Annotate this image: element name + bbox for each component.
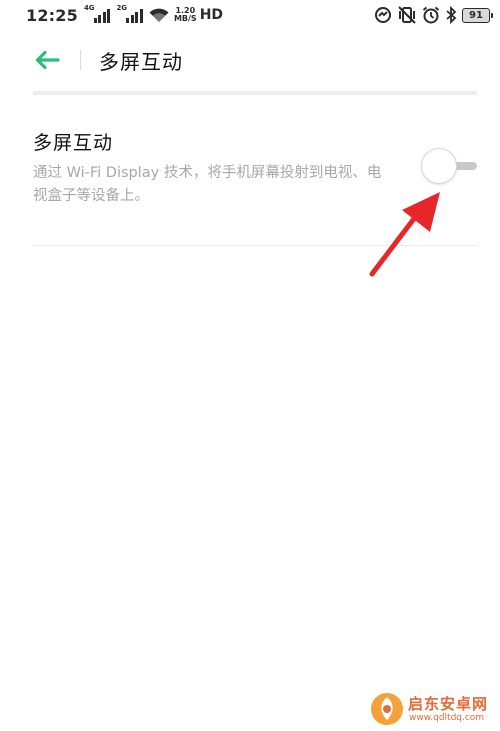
status-bar: 12:25 4G 2G 1.20 MB/S HD 91 [0, 0, 500, 30]
net-speed-unit: MB/S [173, 14, 197, 23]
watermark: 启东安卓网 www.qdltdq.com [370, 690, 500, 730]
watermark-name: 启东安卓网 [408, 695, 489, 713]
arrow-left-icon [35, 50, 60, 70]
status-left: 12:25 4G 2G 1.20 MB/S HD [26, 0, 227, 30]
setting-title: 多屏互动 [33, 132, 114, 154]
alarm-icon [422, 6, 440, 24]
title-bar: 多屏互动 [0, 40, 500, 80]
wifi-icon [149, 8, 169, 23]
signal-2-tag: 2G [116, 4, 128, 12]
page-title: 多屏互动 [99, 49, 183, 74]
signal-strength-1-icon: 4G [83, 4, 111, 23]
network-speed: 1.20 MB/S [174, 7, 197, 23]
setting-description: 通过 Wi-Fi Display 技术，将手机屏幕投射到电视、电视盒子等设备上。 [33, 165, 382, 204]
title-divider [80, 50, 81, 70]
toggle-knob [421, 148, 457, 184]
bluetooth-icon [445, 6, 457, 24]
annotation-arrow-icon [369, 192, 440, 277]
status-time: 12:25 [26, 5, 78, 25]
back-button[interactable] [22, 40, 72, 80]
status-right: 91 [374, 0, 493, 30]
hd-label: HD [199, 7, 224, 23]
watermark-logo-icon [371, 693, 403, 725]
battery-icon: 91 [462, 7, 493, 23]
watermark-url: www.qdltdq.com [409, 713, 485, 723]
signal-1-tag: 4G [83, 4, 95, 12]
data-saver-icon [374, 6, 392, 24]
header-divider [33, 91, 477, 95]
multi-screen-toggle[interactable] [421, 148, 477, 184]
vibrate-icon [397, 6, 417, 24]
battery-level: 91 [469, 9, 483, 21]
signal-strength-2-icon: 2G [116, 4, 143, 23]
